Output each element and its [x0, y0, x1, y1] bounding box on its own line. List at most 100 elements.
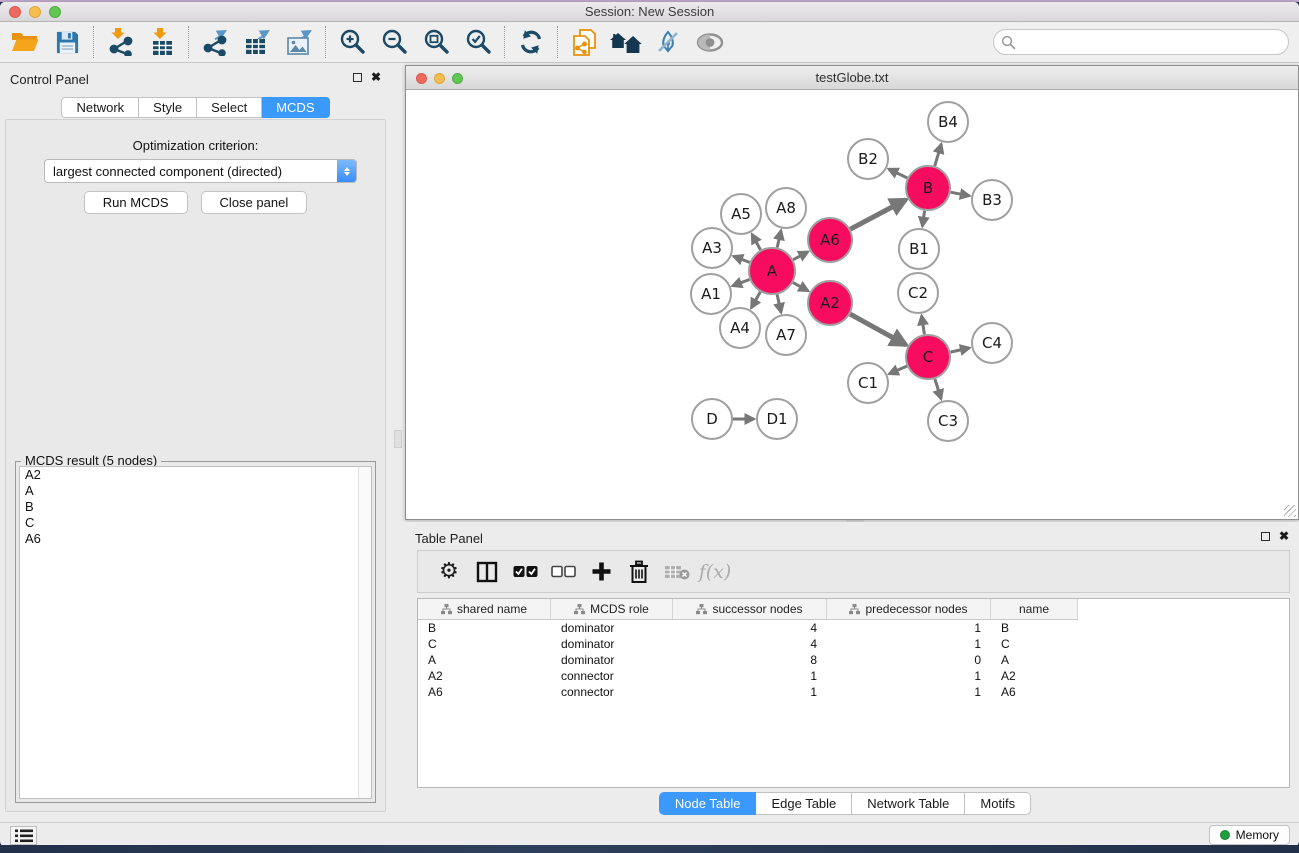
graph-edge-B-B1[interactable]	[922, 211, 924, 226]
graph-node-C4[interactable]: C4	[972, 323, 1012, 363]
graph-edge-A6-B[interactable]	[850, 200, 906, 230]
minimize-window-button[interactable]	[29, 6, 41, 18]
graph-node-A4[interactable]: A4	[720, 308, 760, 348]
graph-node-C3[interactable]: C3	[928, 401, 968, 441]
graph-edge-A-A2[interactable]	[793, 283, 808, 291]
graph-edge-A-A7[interactable]	[777, 294, 781, 312]
graph-edge-A-A8[interactable]	[777, 231, 781, 248]
table-cell[interactable]: C	[991, 636, 1078, 652]
zoom-selected-button[interactable]	[457, 24, 499, 60]
mcds-result-item[interactable]: A	[20, 483, 371, 499]
graph-node-B1[interactable]: B1	[899, 229, 939, 269]
memory-button[interactable]: Memory	[1209, 825, 1290, 845]
table-cell[interactable]: dominator	[551, 620, 673, 636]
table-cell[interactable]: 1	[827, 620, 991, 636]
table-cell[interactable]: dominator	[551, 636, 673, 652]
column-header[interactable]: MCDS role	[551, 599, 673, 620]
zoom-out-button[interactable]	[373, 24, 415, 60]
export-network-button[interactable]	[194, 24, 236, 60]
tab-select[interactable]: Select	[197, 97, 262, 118]
close-panel-icon[interactable]: ✖	[371, 72, 381, 82]
graph-edge-C-C1[interactable]	[889, 366, 907, 374]
graphics-details-button[interactable]	[647, 24, 689, 60]
search-input[interactable]	[1016, 32, 1288, 52]
show-hide-button[interactable]	[689, 24, 731, 60]
graph-edge-B-B4[interactable]	[935, 144, 942, 166]
graph-edge-B-B3[interactable]	[951, 192, 970, 196]
run-mcds-button[interactable]: Run MCDS	[84, 191, 188, 214]
optimization-criterion-select[interactable]: largest connected component (directed)	[44, 159, 357, 183]
table-cell[interactable]: A6	[418, 684, 551, 700]
function-builder-button[interactable]: f(x)	[696, 555, 734, 589]
delete-table-button[interactable]	[658, 555, 696, 589]
export-table-button[interactable]	[236, 24, 278, 60]
table-cell[interactable]: connector	[551, 684, 673, 700]
add-column-button[interactable]	[582, 555, 620, 589]
float-panel-icon[interactable]	[1261, 532, 1270, 541]
graph-edge-A-A5[interactable]	[752, 234, 761, 250]
graph-node-D[interactable]: D	[692, 399, 732, 439]
tab-mcds[interactable]: MCDS	[262, 97, 329, 118]
table-cell[interactable]: A	[418, 652, 551, 668]
graph-edge-B-B2[interactable]	[889, 169, 908, 178]
table-cell[interactable]: connector	[551, 668, 673, 684]
mcds-result-item[interactable]: C	[20, 515, 371, 531]
mcds-result-item[interactable]: A2	[20, 467, 371, 483]
graph-node-A7[interactable]: A7	[766, 315, 806, 355]
scrollbar[interactable]	[358, 467, 371, 798]
import-network-button[interactable]	[99, 24, 141, 60]
column-header[interactable]: successor nodes	[673, 599, 827, 620]
graph-node-B4[interactable]: B4	[928, 102, 968, 142]
table-row[interactable]: A2connector11A2	[418, 668, 1289, 684]
save-session-button[interactable]	[46, 24, 88, 60]
mcds-result-item[interactable]: B	[20, 499, 371, 515]
graph-node-A5[interactable]: A5	[721, 194, 761, 234]
delete-columns-button[interactable]	[620, 555, 658, 589]
graph-edge-A2-C[interactable]	[850, 314, 906, 345]
tab-edge-table[interactable]: Edge Table	[756, 792, 852, 815]
select-all-button[interactable]	[506, 555, 544, 589]
table-row[interactable]: A6connector11A6	[418, 684, 1289, 700]
import-table-button[interactable]	[141, 24, 183, 60]
deselect-all-button[interactable]	[544, 555, 582, 589]
graph-node-A6[interactable]: A6	[808, 218, 852, 262]
graph-node-C2[interactable]: C2	[898, 273, 938, 313]
table-cell[interactable]: 4	[673, 620, 827, 636]
close-panel-icon[interactable]: ✖	[1279, 531, 1289, 541]
table-row[interactable]: Bdominator41B	[418, 620, 1289, 636]
graph-edge-C-C3[interactable]	[935, 379, 941, 399]
table-cell[interactable]: 4	[673, 636, 827, 652]
minimize-window-button[interactable]	[434, 73, 445, 84]
tab-node-table[interactable]: Node Table	[659, 792, 757, 815]
graph-node-A8[interactable]: A8	[766, 188, 806, 228]
column-header[interactable]: shared name	[418, 599, 551, 620]
graph-node-A1[interactable]: A1	[691, 274, 731, 314]
graph-node-A3[interactable]: A3	[692, 228, 732, 268]
close-panel-button[interactable]: Close panel	[201, 191, 308, 214]
table-row[interactable]: Adominator80A	[418, 652, 1289, 668]
zoom-in-button[interactable]	[331, 24, 373, 60]
table-cell[interactable]: 1	[827, 684, 991, 700]
tab-network[interactable]: Network	[61, 97, 139, 118]
mcds-result-list[interactable]: A2ABCA6	[19, 466, 372, 799]
column-header[interactable]: name	[991, 599, 1078, 620]
column-header[interactable]: predecessor nodes	[827, 599, 991, 620]
tab-motifs[interactable]: Motifs	[965, 792, 1031, 815]
table-cell[interactable]: 1	[827, 636, 991, 652]
resize-grip-icon[interactable]	[1284, 505, 1296, 517]
tab-style[interactable]: Style	[139, 97, 197, 118]
toggle-panels-button[interactable]	[468, 555, 506, 589]
table-row[interactable]: Cdominator41C	[418, 636, 1289, 652]
graph-node-C[interactable]: C	[906, 335, 950, 379]
table-cell[interactable]: B	[991, 620, 1078, 636]
open-session-button[interactable]	[4, 24, 46, 60]
table-cell[interactable]: C	[418, 636, 551, 652]
table-cell[interactable]: 0	[827, 652, 991, 668]
export-image-button[interactable]	[278, 24, 320, 60]
clone-network-button[interactable]	[563, 24, 605, 60]
task-history-button[interactable]	[10, 826, 37, 845]
table-cell[interactable]: 8	[673, 652, 827, 668]
graph-node-D1[interactable]: D1	[757, 399, 797, 439]
zoom-fit-button[interactable]	[415, 24, 457, 60]
table-cell[interactable]: A2	[991, 668, 1078, 684]
